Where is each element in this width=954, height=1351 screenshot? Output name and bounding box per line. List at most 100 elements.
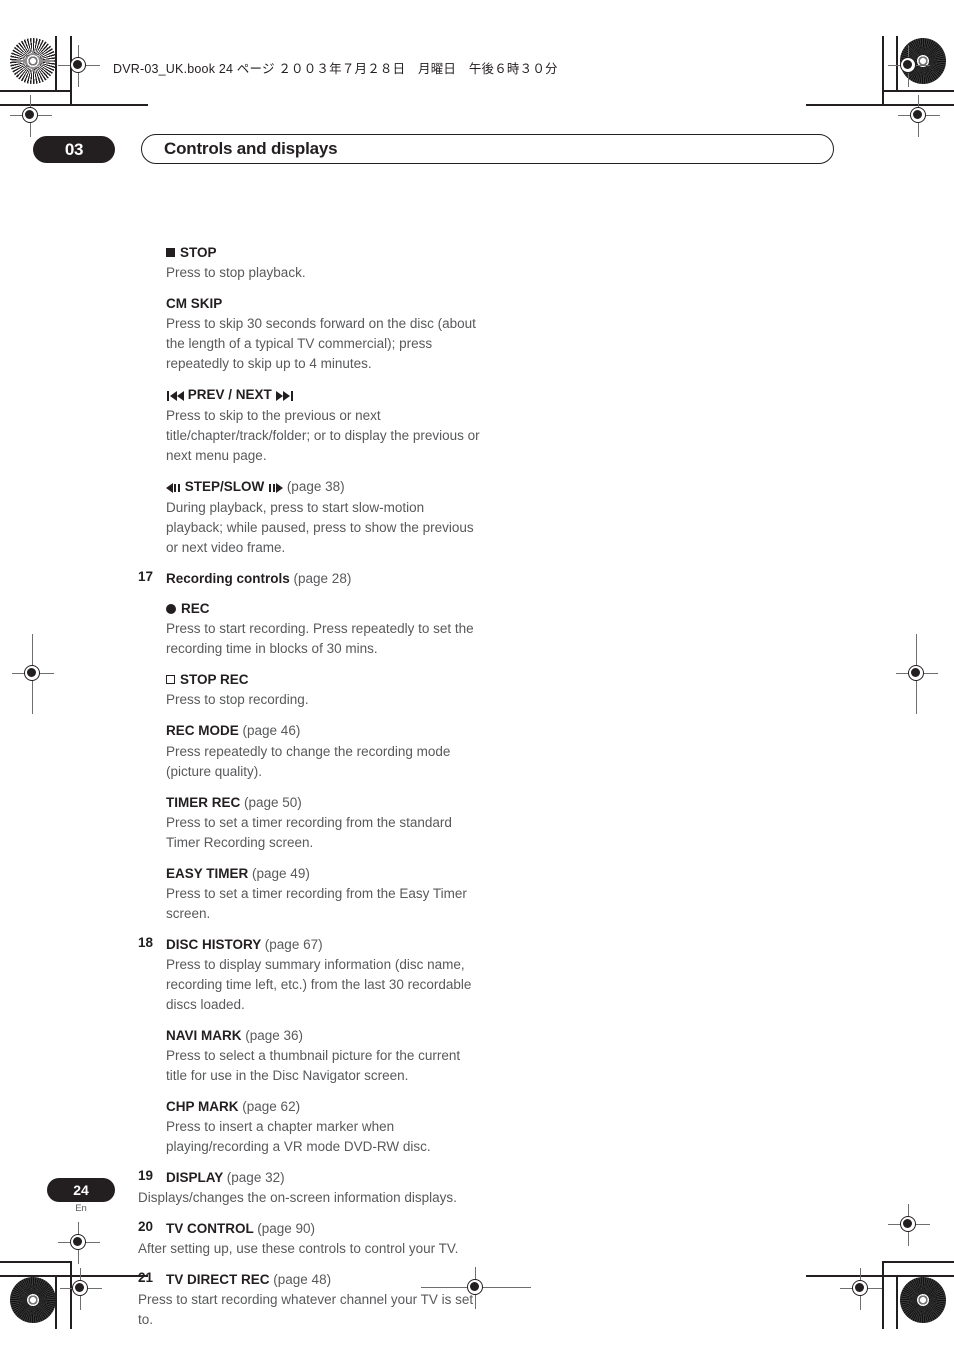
control-entry-page-ref: (page 50) [244, 794, 302, 810]
circle-filled-icon [166, 603, 176, 614]
control-entry-recording-controls: 17 Recording controls (page 28) [138, 569, 483, 588]
control-entry-number: 19 [138, 1167, 154, 1183]
control-entry-description: Press to display summary information (di… [166, 956, 472, 1012]
crop-mark-bottom-right-h1 [882, 1261, 954, 1263]
registration-starburst-top-right [900, 38, 946, 84]
control-entry-label: PREV / NEXT [187, 387, 272, 403]
control-entry-label: EASY TIMER [166, 865, 249, 881]
control-entry-step-slow: STEP/SLOW (page 38) During playback, pres… [138, 477, 483, 558]
crop-mark-bottom-right-v2 [882, 1261, 884, 1329]
crop-mark-top-right-h1 [882, 90, 954, 92]
crop-mark-top-left-h1 [0, 90, 72, 92]
crop-mark-bottom-right-v1 [896, 1275, 898, 1329]
control-entry-label: CM SKIP [166, 296, 223, 312]
page-number-badge: 24 [47, 1178, 115, 1202]
control-entry-heading: DISPLAY (page 32) [138, 1168, 483, 1187]
control-entry-description: Press to stop recording. [166, 692, 309, 708]
control-entry-label: TV DIRECT REC [166, 1272, 270, 1288]
registration-starburst-bottom-right [900, 1277, 946, 1323]
control-entry-label: CHP MARK [166, 1098, 239, 1114]
square-filled-icon [166, 247, 175, 257]
control-entry-heading: CHP MARK (page 62) [166, 1097, 483, 1116]
control-entry-chp-mark: CHP MARK (page 62) Press to insert a chap… [138, 1097, 483, 1157]
control-entry-heading: REC [166, 599, 483, 618]
control-entry-page-ref: (page 36) [245, 1027, 304, 1043]
chapter-number-badge: 03 [33, 136, 115, 163]
control-entry-heading: PREV / NEXT [166, 385, 483, 405]
control-entry-rec-mode: REC MODE (page 46) Press repeatedly to ch… [138, 721, 483, 781]
square-open-icon [166, 675, 175, 685]
crop-mark-top-right-v1 [896, 36, 898, 90]
registration-starburst-top-left [10, 38, 56, 84]
control-entry-description: Press to select a thumbnail picture for … [166, 1047, 461, 1083]
control-entry-label: STEP/SLOW [184, 479, 265, 495]
control-entry-number: 18 [138, 934, 154, 950]
control-entry-heading: STOP [166, 243, 483, 262]
control-entry-timer-rec: TIMER REC (page 50) Press to set a timer … [138, 793, 483, 853]
control-entry-heading: TIMER REC (page 50) [166, 793, 483, 812]
step-slow-forward-icon [268, 478, 284, 497]
control-entry-heading: Recording controls (page 28) [138, 569, 483, 588]
control-entry-description: Press repeatedly to change the recording… [166, 743, 451, 779]
registration-mark-bottom-left [60, 1268, 102, 1310]
control-entry-label: NAVI MARK [166, 1027, 242, 1043]
control-entry-stop: STOP Press to stop playback. [138, 243, 483, 283]
registration-mark-left-middle [12, 634, 54, 714]
crop-mark-bottom-left-v2 [70, 1261, 72, 1329]
control-entry-navi-mark: NAVI MARK (page 36) Press to select a thu… [138, 1026, 483, 1086]
control-entry-description: During playback, press to start slow-mot… [166, 500, 474, 556]
control-entry-description: Press to set a timer recording from the … [166, 885, 467, 921]
prev-skip-icon [166, 386, 184, 405]
registration-starburst-bottom-left [10, 1277, 56, 1323]
control-entry-label: REC MODE [166, 723, 239, 739]
crop-mark-top-left-v2 [70, 36, 72, 104]
control-entry-label: TV CONTROL [166, 1221, 254, 1237]
control-entry-heading: REC MODE (page 46) [166, 721, 483, 740]
control-entry-description: Press to insert a chapter marker when pl… [166, 1119, 431, 1154]
control-entry-tv-control: 20 TV CONTROL (page 90) After setting up, … [138, 1219, 483, 1259]
control-entry-description: Press to set a timer recording from the … [166, 814, 452, 850]
control-entry-label: STOP [180, 245, 217, 260]
control-entry-heading: NAVI MARK (page 36) [166, 1026, 483, 1045]
control-entry-number: 21 [138, 1270, 154, 1286]
control-entry-description: Press to start recording. Press repeated… [166, 621, 474, 657]
control-entry-stop-rec: STOP REC Press to stop recording. [138, 670, 483, 710]
crop-mark-top-right-v2 [882, 36, 884, 104]
registration-mark-top-left [58, 45, 100, 87]
control-entry-description: After setting up, use these controls to … [138, 1241, 459, 1257]
control-entry-heading: CM SKIP [166, 294, 483, 313]
page-title: Controls and displays [164, 139, 338, 158]
registration-mark-bottom-right-upper [888, 1204, 930, 1246]
control-entry-rec: REC Press to start recording. Press repea… [138, 599, 483, 659]
control-entry-page-ref: (page 67) [264, 936, 323, 952]
crop-mark-bottom-left-h1 [0, 1261, 72, 1263]
crop-mark-top-left-v1 [55, 36, 57, 90]
crop-mark-bottom-left-v1 [55, 1275, 57, 1329]
control-entry-label: REC [181, 601, 210, 617]
control-entry-page-ref: (page 32) [226, 1169, 285, 1185]
control-entry-page-ref: (page 90) [257, 1221, 316, 1237]
next-skip-icon [275, 386, 294, 405]
crop-mark-bottom-right-h2 [806, 1275, 954, 1277]
registration-mark-top-right [888, 45, 930, 87]
page-language-label: En [75, 1203, 87, 1214]
control-entry-number: 17 [138, 569, 154, 585]
control-entry-heading: TV DIRECT REC (page 48) [138, 1270, 483, 1289]
registration-mark-top-right-lower [898, 95, 940, 137]
control-entry-heading: STOP REC [166, 670, 483, 689]
registration-mark-bottom-right [840, 1268, 882, 1310]
control-entry-tv-direct-rec: 21 TV DIRECT REC (page 48) Press to start … [138, 1270, 483, 1330]
control-entry-heading: TV CONTROL (page 90) [138, 1219, 483, 1238]
control-entry-disc-history: 18 DISC HISTORY (page 67) Press to display… [138, 935, 483, 1015]
control-entry-description: Displays/changes the on-screen informati… [138, 1190, 457, 1206]
control-entry-description: Press to start recording whatever channe… [138, 1292, 474, 1328]
step-slow-reverse-icon [166, 478, 181, 497]
control-entry-description: Press to skip to the previous or next ti… [166, 408, 480, 464]
control-entry-page-ref: (page 38) [286, 479, 345, 495]
control-entry-heading: STEP/SLOW (page 38) [166, 477, 483, 497]
control-entry-cm-skip: CM SKIP Press to skip 30 seconds forward … [138, 294, 483, 374]
control-entry-heading: EASY TIMER (page 49) [166, 864, 483, 883]
crop-mark-top-right-h2 [806, 104, 954, 106]
crop-mark-top-left-h2 [0, 104, 148, 106]
control-entry-page-ref: (page 46) [242, 723, 301, 739]
